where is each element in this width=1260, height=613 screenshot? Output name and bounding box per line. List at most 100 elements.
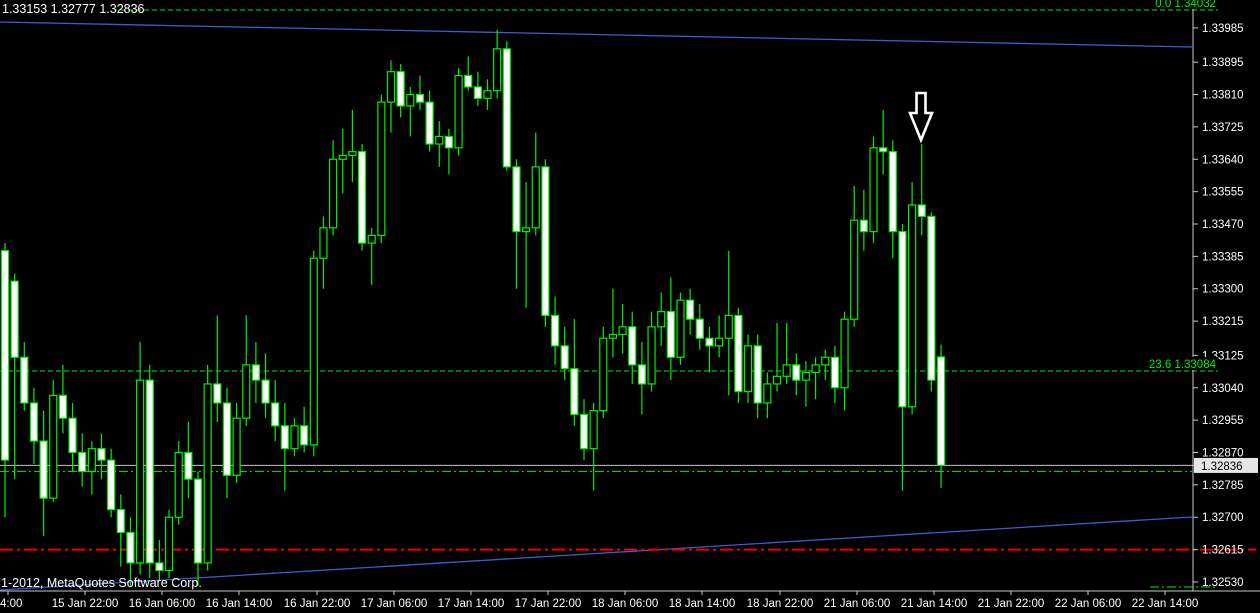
time-axis-label[interactable]: 16 Jan 22:00 <box>284 598 351 610</box>
candle <box>502 41 511 171</box>
price-axis-label[interactable]: 1.32870 <box>1202 447 1244 459</box>
candle <box>116 494 125 567</box>
candle <box>300 406 309 453</box>
candle <box>763 372 772 419</box>
time-axis-label[interactable]: 18 Jan 22:00 <box>747 598 814 610</box>
candle <box>579 399 589 461</box>
candle <box>49 380 58 502</box>
candle <box>637 342 647 415</box>
candle <box>512 159 521 289</box>
candle <box>753 334 762 419</box>
candle <box>396 64 405 118</box>
candle <box>647 311 656 392</box>
price-axis-label[interactable]: 1.33385 <box>1202 251 1244 263</box>
price-axis-label[interactable]: 1.33300 <box>1202 284 1244 296</box>
candle <box>193 471 203 586</box>
price-axis-label[interactable]: 1.33640 <box>1202 154 1244 166</box>
time-axis-label[interactable]: 18 Jan 14:00 <box>669 598 736 610</box>
candle <box>107 448 116 518</box>
candle <box>714 315 724 358</box>
time-axis-label[interactable]: 17 Jan 06:00 <box>361 598 428 610</box>
price-axis-label[interactable]: 1.33895 <box>1202 57 1244 69</box>
time-axis-label[interactable]: 4:00 <box>0 598 22 610</box>
candle <box>87 441 96 495</box>
candle <box>10 273 19 480</box>
time-axis-label[interactable]: 21 Jan 14:00 <box>901 598 968 610</box>
candle <box>329 140 338 236</box>
price-axis-label[interactable]: 1.32785 <box>1202 480 1244 492</box>
candle <box>859 189 868 251</box>
candle <box>367 227 376 285</box>
candle <box>936 344 946 488</box>
candle <box>348 109 357 183</box>
svg-text:1.32836: 1.32836 <box>1201 461 1243 473</box>
time-axis-label[interactable]: 21 Jan 06:00 <box>824 598 891 610</box>
candle <box>473 71 482 106</box>
candle <box>734 307 743 403</box>
candle <box>68 402 77 472</box>
candle <box>589 402 598 491</box>
price-axis-label[interactable]: 1.33215 <box>1202 316 1244 328</box>
candle <box>271 380 280 442</box>
candle <box>686 288 695 335</box>
candle <box>338 128 347 194</box>
candle <box>801 361 811 407</box>
candle <box>869 136 878 244</box>
candle <box>483 79 492 110</box>
price-axis-label[interactable]: 1.33470 <box>1202 219 1244 231</box>
price-axis-label[interactable]: 1.33040 <box>1202 383 1244 395</box>
candlestick-chart-canvas[interactable]: 1.33985 1.33895 1.33810 1.33725 1.33640 1.335… <box>0 0 1260 613</box>
fib-level-label: 0.0 1.34032 <box>1155 0 1216 10</box>
price-axis-label[interactable]: 1.32615 <box>1202 545 1244 557</box>
candle <box>618 303 627 354</box>
candle <box>415 75 425 110</box>
time-axis-label[interactable]: 15 Jan 22:00 <box>52 598 119 610</box>
candle <box>222 387 232 499</box>
price-axis-label[interactable]: 1.32530 <box>1202 577 1244 589</box>
candle <box>493 29 502 99</box>
candle <box>444 128 453 175</box>
candle <box>917 144 926 236</box>
time-axis-label[interactable]: 17 Jan 22:00 <box>515 598 582 610</box>
candle <box>695 303 704 350</box>
candle <box>676 292 685 365</box>
current-price-box: 1.32836 <box>1194 457 1258 473</box>
candle <box>203 364 212 571</box>
candle <box>406 86 415 137</box>
time-axis-label[interactable]: 16 Jan 14:00 <box>206 598 273 610</box>
price-axis-label[interactable]: 1.33725 <box>1202 122 1244 134</box>
upper-trendline[interactable] <box>0 21 1193 48</box>
candle <box>357 144 367 251</box>
price-axis-label[interactable]: 1.33985 <box>1202 23 1244 35</box>
candle <box>213 315 222 423</box>
candle <box>425 90 434 152</box>
candle <box>705 326 714 373</box>
candle <box>251 342 260 403</box>
candle <box>290 418 299 457</box>
candle <box>155 540 164 581</box>
candle <box>608 288 618 358</box>
down-arrow-annotation[interactable] <box>908 91 934 144</box>
candle <box>782 323 791 384</box>
candle <box>772 323 782 392</box>
time-axis-label[interactable]: 18 Jan 06:00 <box>592 598 659 610</box>
time-axis-label[interactable]: 16 Jan 06:00 <box>129 598 196 610</box>
candle <box>743 334 753 403</box>
candle <box>242 315 251 426</box>
price-axis-label[interactable]: 1.32700 <box>1202 512 1244 524</box>
time-axis-label[interactable]: 22 Jan 06:00 <box>1055 598 1122 610</box>
time-axis-label[interactable]: 17 Jan 14:00 <box>438 598 505 610</box>
price-axis-label[interactable]: 1.33810 <box>1202 90 1244 102</box>
price-axis-label[interactable]: 1.32955 <box>1202 415 1244 427</box>
candle <box>724 250 733 396</box>
candle <box>454 67 463 156</box>
time-axis-label[interactable]: 22 Jan 14:00 <box>1132 598 1199 610</box>
candle <box>521 182 531 308</box>
price-axis-label[interactable]: 1.33555 <box>1202 187 1244 199</box>
time-axis-label[interactable]: 21 Jan 22:00 <box>978 598 1045 610</box>
candle <box>666 277 675 381</box>
candle <box>58 364 68 434</box>
candle <box>907 182 917 415</box>
candle <box>20 342 29 411</box>
candle <box>570 319 579 426</box>
